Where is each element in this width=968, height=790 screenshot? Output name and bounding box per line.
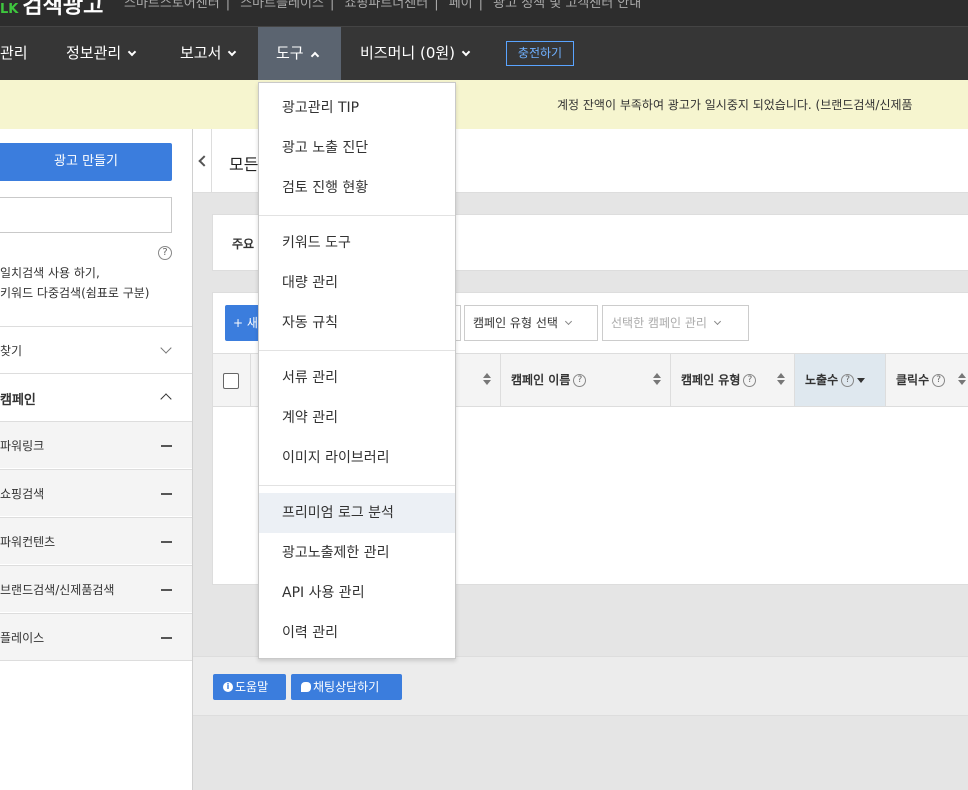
menu-item-ad-tip[interactable]: 광고관리 TIP [259,88,455,128]
menu-item-contracts[interactable]: 계약 관리 [259,398,455,438]
brand-logo[interactable]: LK 검색광고 [0,0,103,20]
top-link[interactable]: 페이 [449,0,473,11]
nav-reports[interactable]: 보고서 [180,27,237,80]
menu-item-history[interactable]: 이력 관리 [259,613,455,653]
menu-item-review-status[interactable]: 검토 진행 현황 [259,168,455,208]
sidebar-item-label: 브랜드검색/신제품검색 [0,583,115,597]
footer-actions: i 도움말 채팅상담하기 [193,656,968,716]
top-bar: LK 검색광고 스마트스토어센터 | 스마트플레이스 | 쇼핑파트너센터 | 페이 | 광… [0,0,968,26]
sort-icon[interactable] [653,373,661,385]
help-icon[interactable]: ? [743,374,757,387]
menu-item-image-library[interactable]: 이미지 라이브러리 [259,438,455,478]
minus-icon[interactable] [161,589,172,591]
menu-item-premium-log[interactable]: 프리미엄 로그 분석 [259,493,455,533]
campaign-manage-select[interactable]: 선택한 캠페인 관리 [602,305,749,341]
campaign-search-input[interactable] [0,197,172,233]
notice-banner: 계정 잔액이 부족하여 광고가 일시중지 되었습니다. (브랜드검색/신제품 [0,80,968,129]
sidebar-item-label: 쇼핑검색 [0,487,45,501]
menu-item-bulk-manage[interactable]: 대량 관리 [259,263,455,303]
sidebar-item-label: 플레이스 [0,631,45,645]
sort-icon[interactable] [483,373,491,385]
select-all-checkbox[interactable] [223,373,239,389]
menu-divider [259,350,455,351]
page-title: 모든 [229,155,259,174]
help-icon[interactable]: ? [158,246,172,260]
chat-consult-button[interactable]: 채팅상담하기 [291,674,402,700]
minus-icon[interactable] [161,493,172,495]
menu-divider [259,215,455,216]
sidebar-item-place[interactable]: 플레이스 [0,613,192,661]
sidebar-campaign-label: 캠페인 [0,393,36,408]
menu-item-documents[interactable]: 서류 관리 [259,358,455,398]
sidebar-item-label: 파워컨텐츠 [0,535,56,549]
chevron-up-icon [160,393,172,405]
top-link[interactable]: 스마트플레이스 [240,0,324,11]
sidebar-item-brandsearch[interactable]: 브랜드검색/신제품검색 [0,565,192,612]
column-impressions[interactable]: 노출수? [794,354,885,406]
sidebar-item-powerlink[interactable]: 파워링크 [0,421,192,468]
sort-icon[interactable] [958,373,966,385]
main-nav: 관리 정보관리 보고서 도구 비즈머니 (0원) 충전하기 [0,26,968,80]
charge-button[interactable]: 충전하기 [506,41,574,66]
nav-info-manage[interactable]: 정보관리 [66,27,137,80]
sidebar-item-powercontents[interactable]: 파워컨텐츠 [0,517,192,564]
nav-bizmoney[interactable]: 비즈머니 (0원) [360,27,471,80]
menu-item-api-usage[interactable]: API 사용 관리 [259,573,455,613]
chevron-down-icon [228,47,237,57]
sort-icon[interactable] [777,373,785,385]
chevron-up-icon [310,51,319,61]
column-clicks[interactable]: 클릭수? [885,354,968,406]
nav-tools[interactable]: 도구 [258,27,341,80]
tools-dropdown-menu: 광고관리 TIP 광고 노출 진단 검토 진행 현황 키워드 도구 대량 관리 … [258,82,456,659]
top-link[interactable]: 광고 정책 및 고객센터 안내 [493,0,641,11]
minus-icon[interactable] [161,541,172,543]
top-link[interactable]: 쇼핑파트너센터 [344,0,428,11]
column-campaign-type[interactable]: 캠페인 유형? [670,354,794,406]
chevron-down-icon [713,317,721,326]
nav-manage[interactable]: 관리 [0,27,28,80]
notice-text: 계정 잔액이 부족하여 광고가 일시중지 되었습니다. (브랜드검색/신제품 [557,98,913,112]
menu-divider [259,485,455,486]
help-button[interactable]: i 도움말 [213,674,286,700]
chevron-down-icon [564,317,572,326]
top-links: 스마트스토어센터 | 스마트플레이스 | 쇼핑파트너센터 | 페이 | 광고 정책 및 … [118,0,647,11]
minus-icon[interactable] [161,637,172,639]
column-campaign-name[interactable]: 캠페인 이름? [500,354,670,406]
sidebar-find-label: 찾기 [0,344,23,358]
help-icon[interactable]: ? [573,374,587,387]
search-hint-line2: 키워드 다중검색(쉼표로 구분) [0,286,150,300]
sidebar-item-shopping[interactable]: 쇼핑검색 [0,469,192,516]
summary-label: 주요 [232,237,255,251]
campaign-type-select[interactable]: 캠페인 유형 선택 [464,305,598,341]
menu-item-auto-rules[interactable]: 자동 규칙 [259,303,455,343]
sidebar-find[interactable]: 찾기 [0,326,192,373]
sidebar: 광고 만들기 ? 일치검색 사용 하기, 키워드 다중검색(쉼표로 구분) 찾기… [0,129,193,790]
make-ad-button[interactable]: 광고 만들기 [0,143,172,181]
help-icon[interactable]: ? [932,374,946,387]
chevron-down-icon [127,47,137,57]
top-link[interactable]: 스마트스토어센터 [124,0,220,11]
chevron-down-icon [160,342,172,354]
chevron-left-icon [198,155,210,167]
help-icon[interactable]: ? [841,374,855,387]
sidebar-collapse-button[interactable] [193,129,212,193]
chevron-down-icon [461,47,471,57]
menu-item-exposure-limit[interactable]: 광고노출제한 관리 [259,533,455,573]
minus-icon[interactable] [161,445,172,447]
sidebar-item-label: 파워링크 [0,439,45,453]
chat-icon [301,682,311,692]
search-hint-line1: 일치검색 사용 하기, [0,266,100,280]
sort-desc-icon [857,378,866,383]
sidebar-campaign-header[interactable]: 캠페인 [0,373,192,420]
menu-item-keyword-tool[interactable]: 키워드 도구 [259,223,455,263]
info-icon: i [223,682,233,692]
menu-item-exposure-diagnosis[interactable]: 광고 노출 진단 [259,128,455,168]
